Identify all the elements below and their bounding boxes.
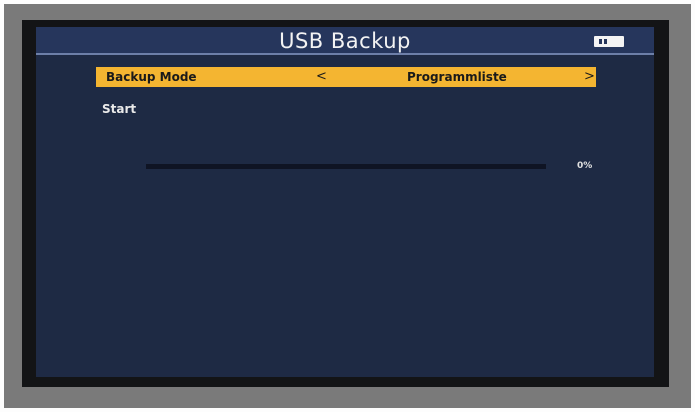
screen-title: USB Backup [279, 29, 411, 53]
backup-mode-row[interactable]: Backup Mode < Programmliste > [96, 67, 596, 87]
battery-cell [599, 39, 602, 44]
menu-screen: USB Backup Backup Mode < Programmliste >… [36, 27, 654, 377]
backup-mode-value: Programmliste [407, 70, 507, 84]
arrow-right-icon[interactable]: > [584, 69, 595, 84]
battery-cell [604, 39, 607, 44]
progress-bar [146, 164, 546, 169]
battery-icon [594, 36, 624, 47]
progress-percent: 0% [577, 161, 593, 171]
arrow-left-icon[interactable]: < [316, 69, 327, 84]
start-item[interactable]: Start [102, 102, 136, 116]
backup-mode-label: Backup Mode [106, 70, 197, 84]
title-bar: USB Backup [36, 27, 654, 55]
